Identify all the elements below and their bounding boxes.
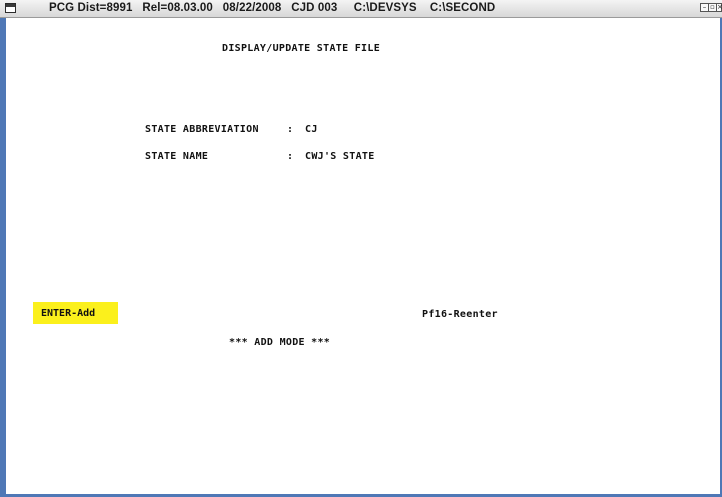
enter-add-key[interactable]: ENTER-Add xyxy=(33,302,118,324)
state-abbreviation-separator: : xyxy=(287,124,294,135)
screen-heading: DISPLAY/UPDATE STATE FILE xyxy=(222,43,381,54)
window-title: PCG Dist=8991 Rel=08.03.00 08/22/2008 CJ… xyxy=(49,2,496,14)
close-icon[interactable]: × xyxy=(716,3,722,12)
title-bar[interactable]: PCG Dist=8991 Rel=08.03.00 08/22/2008 CJ… xyxy=(0,0,722,18)
state-name-field[interactable]: CWJ'S STATE xyxy=(305,151,375,162)
mode-indicator: *** ADD MODE *** xyxy=(229,337,331,348)
terminal-window: PCG Dist=8991 Rel=08.03.00 08/22/2008 CJ… xyxy=(0,0,722,497)
state-name-separator: : xyxy=(287,151,294,162)
state-abbreviation-label: STATE ABBREVIATION xyxy=(145,124,259,135)
state-name-label: STATE NAME xyxy=(145,151,209,162)
window-menu-icon[interactable] xyxy=(5,3,16,13)
pf16-reenter-key[interactable]: Pf16-Reenter xyxy=(422,309,498,320)
state-abbreviation-field[interactable]: CJ xyxy=(305,124,318,135)
